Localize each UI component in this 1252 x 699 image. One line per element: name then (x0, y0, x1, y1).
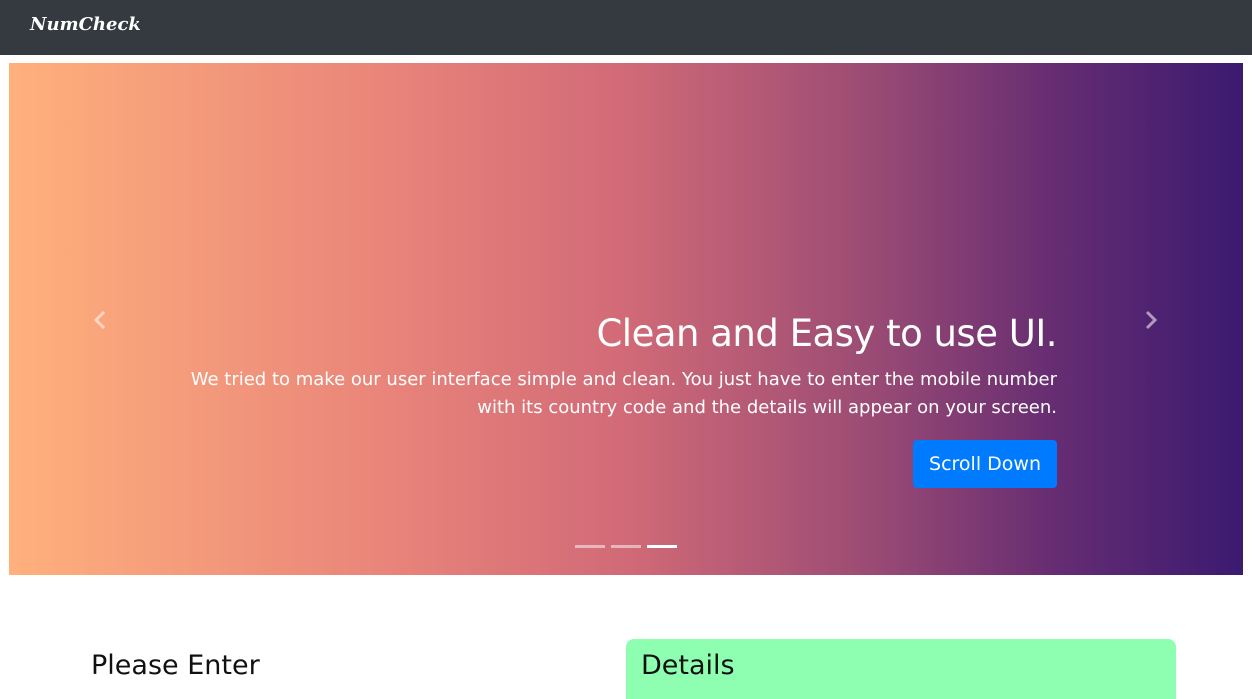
carousel-indicators (575, 545, 677, 549)
scroll-down-button[interactable]: Scroll Down (913, 440, 1057, 488)
chevron-left-icon (93, 310, 106, 330)
input-section: Please Enter (91, 648, 571, 684)
input-section-heading: Please Enter (91, 650, 260, 681)
carousel-title: Clean and Easy to use UI. (596, 312, 1057, 355)
navbar: NumCheck (0, 0, 1252, 55)
carousel-indicator-2[interactable] (611, 545, 641, 548)
brand-logo[interactable]: NumCheck (30, 13, 141, 37)
carousel-caption: Clean and Easy to use UI. We tried to ma… (187, 308, 1058, 488)
carousel-prev-button[interactable] (89, 308, 113, 332)
hero-carousel: Clean and Easy to use UI. We tried to ma… (9, 63, 1243, 575)
carousel-next-button[interactable] (1138, 308, 1162, 332)
carousel-indicator-1[interactable] (575, 545, 605, 548)
details-heading: Details (641, 650, 735, 681)
carousel-indicator-3[interactable] (647, 545, 677, 548)
carousel-description: We tried to make our user interface simp… (190, 369, 1057, 418)
details-card: Details (626, 639, 1176, 699)
chevron-right-icon (1145, 310, 1158, 330)
